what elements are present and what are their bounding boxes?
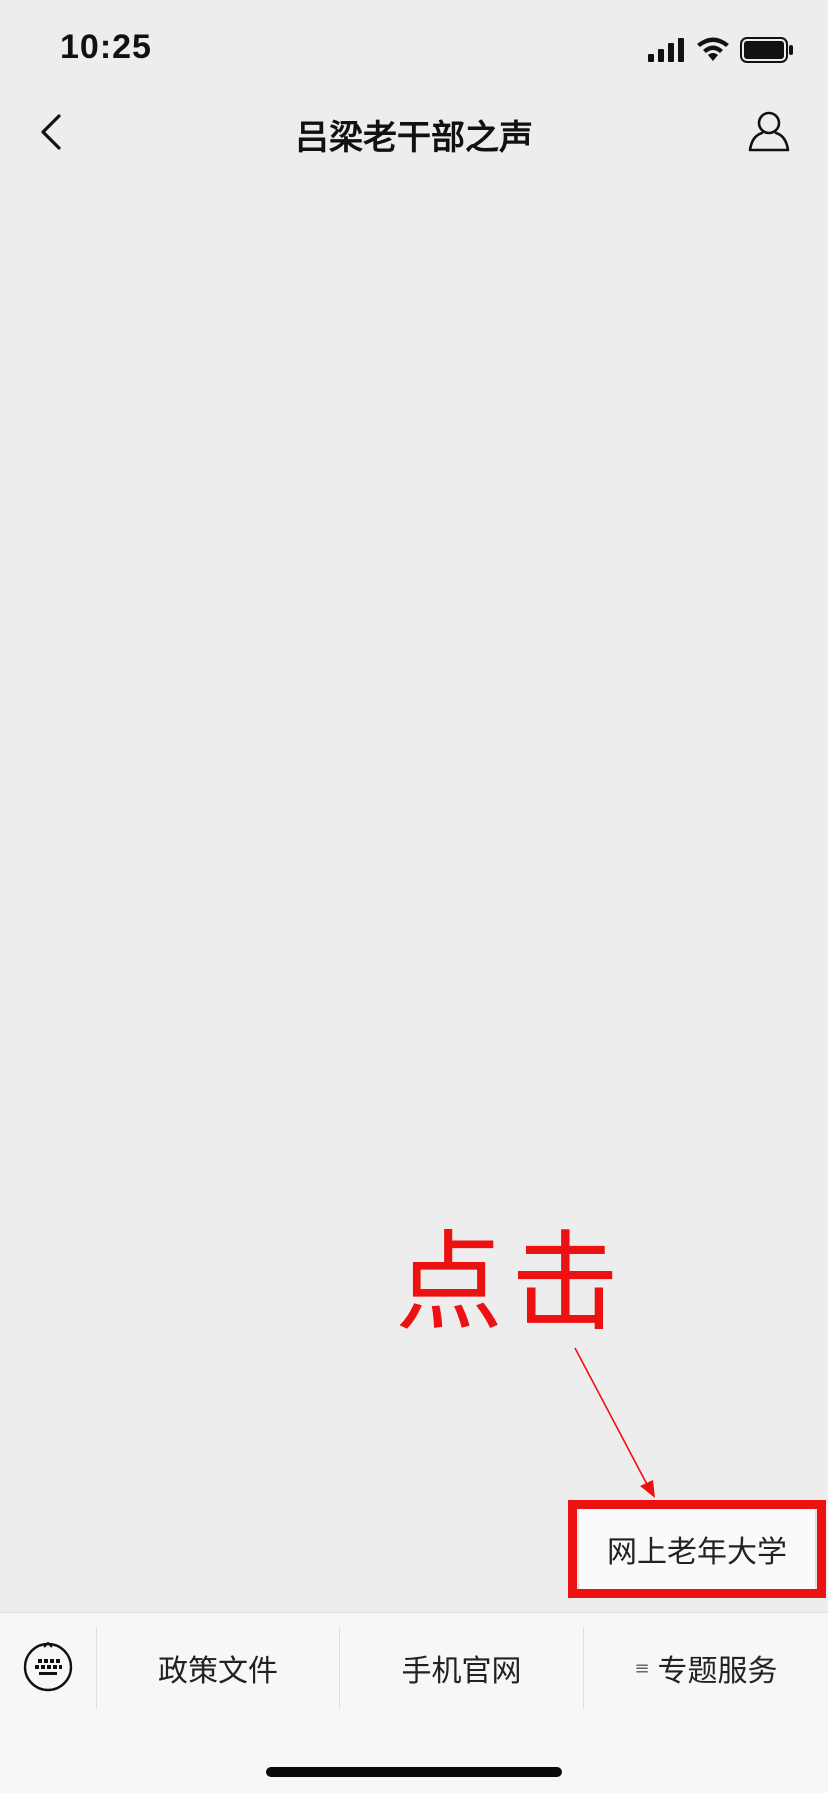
keyboard-icon[interactable] bbox=[22, 1641, 74, 1693]
battery-icon bbox=[740, 37, 793, 63]
menu-item-label: 专题服务 bbox=[657, 1654, 778, 1689]
menu-item-special-services[interactable]: ≡ 专题服务 bbox=[584, 1627, 828, 1709]
bottom-menu-bar: 政策文件 手机官网 ≡ 专题服务 bbox=[0, 1612, 828, 1793]
menu-item-policy-documents[interactable]: 政策文件 bbox=[97, 1627, 339, 1709]
menu-item-label: 手机官网 bbox=[401, 1654, 522, 1689]
nav-bar: 吕梁老干部之声 bbox=[0, 96, 828, 170]
menu-item-mobile-website[interactable]: 手机官网 bbox=[340, 1627, 583, 1709]
submenu-list-icon: ≡ bbox=[634, 1657, 650, 1679]
annotation-highlight-box bbox=[568, 1500, 826, 1598]
status-bar: 10:25 bbox=[0, 0, 828, 96]
menu-item-label: 政策文件 bbox=[158, 1654, 278, 1689]
status-icons bbox=[648, 36, 794, 64]
home-indicator[interactable] bbox=[266, 1767, 562, 1777]
profile-icon[interactable] bbox=[746, 108, 792, 154]
wifi-icon bbox=[697, 37, 729, 61]
status-time: 10:25 bbox=[60, 28, 152, 66]
page-title: 吕梁老干部之声 bbox=[295, 118, 533, 158]
cellular-signal-icon bbox=[648, 38, 684, 62]
annotation-click-label: 点击 bbox=[395, 1221, 628, 1346]
